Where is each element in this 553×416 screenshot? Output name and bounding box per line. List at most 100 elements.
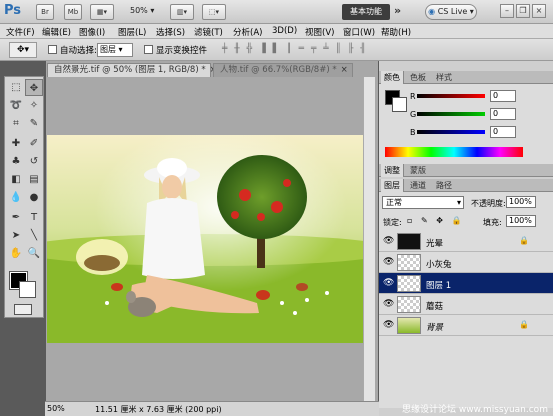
marquee-tool-icon[interactable]: ⬚ (7, 79, 25, 96)
channel-g-input[interactable]: 0 (490, 108, 516, 120)
arrange-icon: ▥▾ (176, 8, 188, 16)
eye-icon[interactable]: 👁 (383, 278, 394, 288)
layer-name: 光晕 (426, 239, 444, 249)
tab-adjustments[interactable]: 调整 (381, 164, 404, 177)
channel-r-label: R (410, 92, 416, 101)
tab-document-2[interactable]: 人物.tif @ 66.7%(RGB/8#) * × (213, 63, 353, 77)
lasso-tool-icon[interactable]: ➰ (7, 97, 25, 114)
eye-icon[interactable]: 👁 (383, 257, 394, 267)
title-bar: Ps Br Mb ▦▾ 50% ▾ ▥▾ ⬚▾ 基本功能 » ◉ CS Live… (0, 0, 553, 24)
pen-tool-icon[interactable]: ✒ (7, 209, 25, 226)
layer-thumbnail (397, 233, 421, 250)
layer-row[interactable]: 👁 光晕 🔒 (379, 231, 553, 252)
view-extras-button[interactable]: ▦▾ (90, 4, 114, 20)
channel-b-input[interactable]: 0 (490, 126, 516, 138)
screen-mode-button[interactable]: ⬚▾ (202, 4, 226, 20)
eye-icon[interactable]: 👁 (383, 320, 394, 330)
menu-3d[interactable]: 3D(D) (272, 26, 297, 36)
menu-window[interactable]: 窗口(W) (343, 26, 375, 38)
magic-wand-tool-icon[interactable]: ✧ (25, 97, 43, 114)
layer-row-selected[interactable]: 👁 图层 1 (379, 273, 553, 294)
color-spectrum-ramp[interactable] (385, 147, 523, 157)
canvas-image[interactable] (47, 135, 363, 343)
menu-file[interactable]: 文件(F) (6, 26, 35, 38)
layer-thumbnail (397, 254, 421, 271)
menu-select[interactable]: 选择(S) (156, 26, 185, 38)
channel-r-input[interactable]: 0 (490, 90, 516, 102)
history-brush-tool-icon[interactable]: ↺ (25, 153, 43, 170)
move-tool-icon: ✥▾ (16, 45, 30, 55)
hand-tool-icon[interactable]: ✋ (7, 245, 25, 262)
auto-select-checkbox[interactable] (48, 45, 57, 54)
menu-layer[interactable]: 图层(L) (118, 26, 146, 38)
menu-view[interactable]: 视图(V) (305, 26, 334, 38)
move-tool-icon[interactable]: ✥ (25, 79, 43, 96)
channel-r-slider[interactable] (417, 94, 485, 98)
channel-g-slider[interactable] (417, 112, 485, 116)
tab-layers[interactable]: 图层 (381, 179, 404, 192)
blur-tool-icon[interactable]: 💧 (7, 189, 25, 206)
show-transform-checkbox[interactable] (144, 45, 153, 54)
tab-styles[interactable]: 样式 (433, 71, 455, 84)
more-workspaces-icon[interactable]: » (394, 4, 401, 17)
blend-mode-dropdown[interactable]: 正常 ▾ (382, 196, 464, 209)
panel-dock: 颜色 色板 样式 R 0 G 0 B 0 调整 蒙版 图层 通道 路径 正常 ▾ … (379, 61, 553, 416)
clone-stamp-tool-icon[interactable]: ♣ (7, 153, 25, 170)
options-bar: ✥▾ 自动选择: 图层 ▾ 显示变换控件 ╪ ╫ ╬ ▐ ▌ ┃ ═ ╤ ╧ ║… (0, 39, 553, 61)
zoom-tool-icon[interactable]: 🔍 (25, 245, 43, 262)
canvas-vertical-scrollbar[interactable] (363, 77, 375, 401)
adjust-panel-tabs: 调整 蒙版 (379, 164, 553, 177)
menu-analysis[interactable]: 分析(A) (233, 26, 262, 38)
eyedropper-tool-icon[interactable]: ✎ (25, 115, 43, 132)
toolbox: ⬚ ✥ ➰ ✧ ⌗ ✎ ✚ ✐ ♣ ↺ ◧ ▤ 💧 ● ✒ T ➤ ╲ ✋ 🔍 (4, 76, 44, 318)
auto-select-dropdown[interactable]: 图层 ▾ (97, 43, 133, 57)
tab-swatches[interactable]: 色板 (407, 71, 429, 84)
menu-filter[interactable]: 滤镜(T) (194, 26, 223, 38)
color-panel-background-swatch[interactable] (392, 97, 407, 112)
opacity-input[interactable]: 100% (506, 196, 536, 208)
tab-document-1[interactable]: 自然景光.tif @ 50% (图层 1, RGB/8) *× (47, 63, 217, 77)
gradient-tool-icon[interactable]: ▤ (25, 171, 43, 188)
layer-row[interactable]: 👁 蘑菇 (379, 294, 553, 315)
layer-thumbnail (397, 317, 421, 334)
mini-bridge-button[interactable]: Mb (64, 4, 82, 20)
channel-b-slider[interactable] (417, 130, 485, 134)
restore-icon[interactable]: ❐ (516, 4, 530, 18)
arrange-documents-button[interactable]: ▥▾ (170, 4, 194, 20)
dodge-tool-icon[interactable]: ● (25, 189, 43, 206)
quick-mask-icon[interactable] (14, 304, 32, 315)
bridge-button[interactable]: Br (36, 4, 54, 20)
status-zoom[interactable]: 50% (47, 404, 65, 413)
workspace-button[interactable]: 基本功能 (342, 4, 390, 20)
background-color-swatch[interactable] (19, 281, 36, 298)
zoom-level[interactable]: 50% ▾ (130, 6, 154, 15)
scene-illustration (47, 135, 363, 343)
brush-tool-icon[interactable]: ✐ (25, 135, 43, 152)
eye-icon[interactable]: 👁 (383, 236, 394, 246)
healing-brush-tool-icon[interactable]: ✚ (7, 135, 25, 152)
cs-live-button[interactable]: ◉ CS Live ▾ (425, 4, 477, 20)
tab-close-icon[interactable]: × (341, 65, 348, 75)
eye-icon[interactable]: 👁 (383, 299, 394, 309)
crop-tool-icon[interactable]: ⌗ (7, 115, 25, 132)
layer-row[interactable]: 👁 背景 🔒 (379, 315, 553, 336)
align-distribute-icons[interactable]: ╪ ╫ ╬ ▐ ▌ ┃ ═ ╤ ╧ ║ ╟ ╢ (222, 44, 368, 54)
tab-paths[interactable]: 路径 (433, 179, 455, 192)
menu-edit[interactable]: 编辑(E) (42, 26, 71, 38)
path-selection-tool-icon[interactable]: ➤ (7, 227, 25, 244)
lock-options-icons[interactable]: ▫ ✎ ✥ 🔒 (407, 216, 464, 225)
channel-b-label: B (410, 128, 416, 137)
tool-preset-picker[interactable]: ✥▾ (9, 42, 37, 58)
close-icon[interactable]: × (532, 4, 546, 18)
eraser-tool-icon[interactable]: ◧ (7, 171, 25, 188)
tab-color[interactable]: 颜色 (381, 71, 404, 84)
type-tool-icon[interactable]: T (25, 209, 43, 226)
tab-masks[interactable]: 蒙版 (407, 164, 429, 177)
minimize-icon[interactable]: – (500, 4, 514, 18)
layer-row[interactable]: 👁 小灰兔 (379, 252, 553, 273)
fill-input[interactable]: 100% (506, 215, 536, 227)
tab-channels[interactable]: 通道 (407, 179, 429, 192)
menu-help[interactable]: 帮助(H) (381, 26, 411, 38)
menu-image[interactable]: 图像(I) (79, 26, 105, 38)
shape-tool-icon[interactable]: ╲ (25, 227, 43, 244)
